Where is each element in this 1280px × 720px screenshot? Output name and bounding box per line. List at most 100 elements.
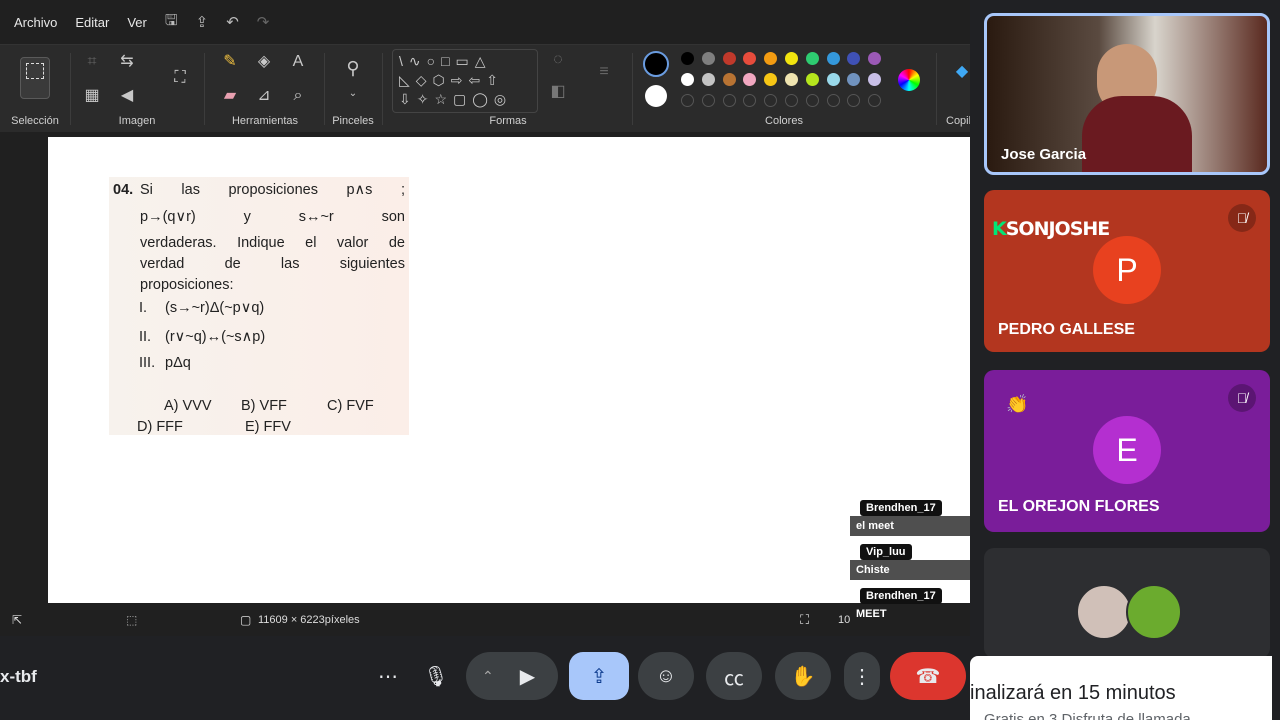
color-swatch[interactable]: [805, 52, 819, 65]
item-2-text: (r∨~q)↔(~s∧p): [165, 329, 266, 345]
captions-icon[interactable]: ㏄: [706, 652, 762, 700]
image-select-icon[interactable]: ⛶: [170, 69, 190, 87]
color-swatch[interactable]: [681, 52, 694, 65]
color-swatch[interactable]: [868, 52, 882, 65]
participant-tile-others[interactable]: [984, 548, 1270, 658]
participant-tile-pedro[interactable]: KSONJOSHE 🎙̸ P PEDRO GALLESE: [984, 190, 1270, 352]
option-a: A) VVV: [164, 398, 212, 414]
color-swatch[interactable]: [743, 73, 757, 86]
shape-fill-icon[interactable]: ◧: [548, 83, 568, 101]
group-label-colores: Colores: [765, 115, 803, 127]
color-swatch[interactable]: [764, 73, 778, 86]
chat-user-1: Brendhen_17: [860, 500, 942, 516]
avatar: E: [1093, 416, 1161, 484]
more-vert-icon[interactable]: ⋮: [844, 652, 880, 700]
option-d: D) FFF: [137, 419, 183, 435]
share-icon[interactable]: ⇪: [196, 13, 209, 31]
shapes-gallery[interactable]: \∿○□▭△ ◺◇⬡⇨⇦⇧ ⇩✧☆▢◯◎: [392, 49, 538, 113]
problem-line-4: verdad de las siguientes: [140, 256, 405, 272]
end-call-icon[interactable]: ☎: [890, 652, 966, 700]
option-e: E) FFV: [245, 419, 291, 435]
undo-icon[interactable]: ↶: [226, 13, 239, 31]
color-swatch[interactable]: [701, 52, 715, 65]
zoom-level[interactable]: 10: [838, 614, 850, 626]
color-swatch[interactable]: [868, 73, 882, 86]
pencil-icon[interactable]: ✎: [220, 53, 240, 71]
item-1-number: I.: [139, 300, 148, 316]
resize-icon[interactable]: ⇆: [117, 53, 137, 71]
color2-swatch[interactable]: [645, 85, 667, 107]
menu-editar[interactable]: Editar: [75, 15, 109, 30]
group-label-pinceles: Pinceles: [332, 115, 374, 127]
custom-color-slot[interactable]: [868, 94, 882, 107]
participant-tile-orejon[interactable]: 👏 🎙̸ E EL OREJON FLORES: [984, 370, 1270, 532]
color-swatch[interactable]: [722, 73, 736, 86]
selection-icon: [26, 63, 44, 79]
color-picker-icon[interactable]: ⊿: [254, 87, 274, 105]
group-colores: Colores: [634, 45, 934, 133]
raise-hand-icon[interactable]: ✋: [775, 652, 831, 700]
color-swatch[interactable]: [722, 52, 736, 65]
color-swatch[interactable]: [743, 52, 757, 65]
redo-icon[interactable]: ↷: [257, 13, 270, 31]
flip-icon[interactable]: ▦: [82, 87, 102, 105]
custom-color-slot[interactable]: [722, 94, 736, 107]
edit-colors-icon[interactable]: [898, 69, 920, 91]
group-label-copilot: Copil: [946, 115, 970, 127]
text-icon[interactable]: A: [288, 53, 308, 71]
group-label-herramientas: Herramientas: [231, 115, 299, 127]
more-options-icon[interactable]: ⋯: [364, 652, 412, 700]
outline-icon[interactable]: ◌: [548, 51, 568, 69]
microphone-icon[interactable]: 🎙: [412, 652, 460, 700]
video-feed-body: [1082, 96, 1192, 172]
participant-tile-self[interactable]: Jose Garcia: [984, 13, 1270, 175]
problem-line-1: Si las proposiciones p∧s ;: [140, 182, 405, 198]
custom-color-slot[interactable]: [805, 94, 819, 107]
chevron-down-icon[interactable]: ⌄: [343, 85, 363, 103]
rotate-icon[interactable]: ◀: [117, 87, 137, 105]
brush-icon[interactable]: ⚲: [343, 59, 363, 77]
color-swatch[interactable]: [785, 52, 798, 65]
camera-button[interactable]: ⌃ ▶: [466, 652, 558, 700]
color-swatch[interactable]: [847, 73, 861, 86]
color-swatch[interactable]: [701, 73, 715, 86]
color-swatch[interactable]: [805, 73, 819, 86]
camera-icon[interactable]: ▶: [520, 664, 535, 689]
option-c: C) FVF: [327, 398, 374, 414]
custom-color-slot[interactable]: [701, 94, 715, 107]
custom-color-slot[interactable]: [847, 94, 861, 107]
group-copilot: ◆ Copil: [938, 45, 970, 133]
custom-color-slot[interactable]: [826, 94, 840, 107]
custom-color-slot[interactable]: [785, 94, 798, 107]
crop-icon[interactable]: ⌗: [82, 53, 102, 71]
copilot-icon[interactable]: ◆: [952, 63, 970, 81]
group-seleccion: Selección: [0, 45, 70, 133]
size-icon[interactable]: ≡: [594, 63, 614, 81]
color1-swatch[interactable]: [643, 51, 669, 77]
chevron-up-icon[interactable]: ⌃: [482, 668, 494, 685]
fit-icon[interactable]: ⛶: [800, 612, 809, 628]
emoji-icon[interactable]: ☺: [638, 652, 694, 700]
participants-panel: Jose Garcia KSONJOSHE 🎙̸ P PEDRO GALLESE…: [970, 0, 1280, 720]
custom-color-slot[interactable]: [681, 94, 694, 107]
fill-icon[interactable]: ◈: [254, 53, 274, 71]
selection-button[interactable]: [20, 57, 50, 99]
save-icon[interactable]: 🖫: [165, 10, 178, 35]
color-swatch[interactable]: [826, 52, 840, 65]
group-formas: \∿○□▭△ ◺◇⬡⇨⇦⇧ ⇩✧☆▢◯◎ ◌ ◧ ≡ Formas: [384, 45, 632, 133]
menu-archivo[interactable]: Archivo: [14, 15, 57, 30]
color-swatch[interactable]: [681, 73, 694, 86]
color-swatch[interactable]: [785, 73, 798, 86]
paint-window: Archivo Editar Ver 🖫 ⇪ ↶ ↷ Selección ⌗ ⇆…: [0, 0, 970, 636]
canvas[interactable]: 04. Si las proposiciones p∧s ; p→(q∨r) y…: [48, 137, 970, 603]
color-swatch[interactable]: [764, 52, 778, 65]
avatar: [1126, 584, 1182, 640]
magnifier-icon[interactable]: ⌕: [288, 87, 308, 105]
color-swatch[interactable]: [847, 52, 861, 65]
color-swatch[interactable]: [826, 73, 840, 86]
menu-ver[interactable]: Ver: [127, 15, 147, 30]
custom-color-slot[interactable]: [764, 94, 778, 107]
custom-color-slot[interactable]: [743, 94, 757, 107]
eraser-icon[interactable]: ▰: [220, 87, 240, 105]
present-screen-icon[interactable]: ⇪: [569, 652, 629, 700]
